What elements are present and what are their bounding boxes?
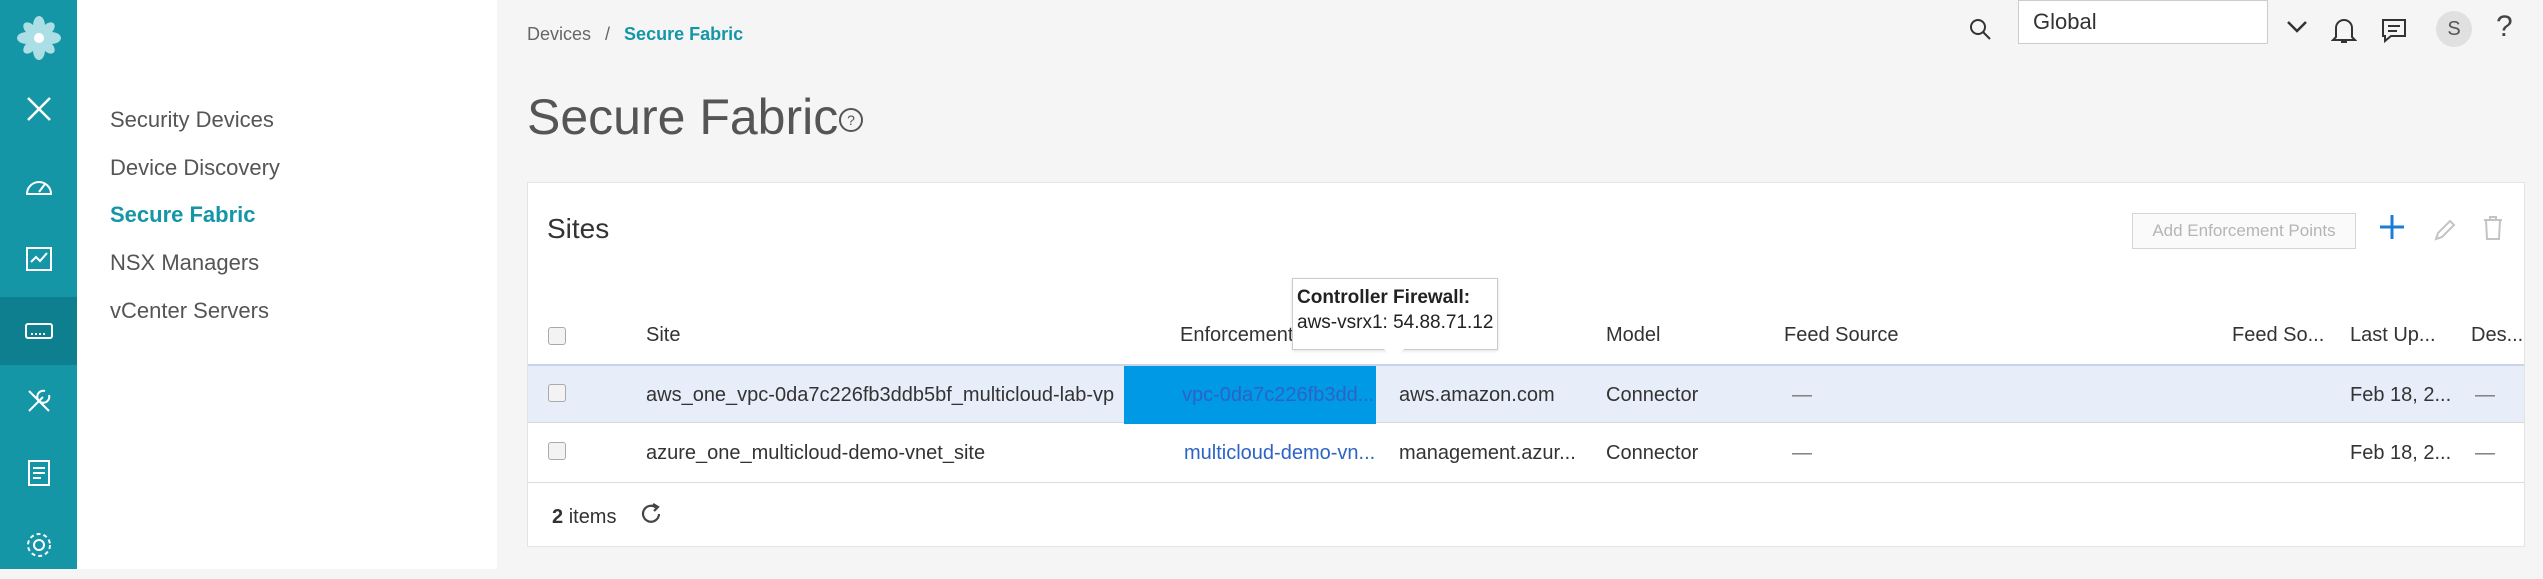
tooltip-body: aws-vsrx1: 54.88.71.12 — [1297, 312, 1494, 333]
sub-navigation: Security Devices Device Discovery Secure… — [77, 0, 497, 569]
column-header-last-updated[interactable]: Last Up... — [2350, 324, 2436, 347]
logo-flower-icon[interactable] — [0, 4, 77, 72]
page-title: Secure Fabric — [527, 89, 839, 145]
column-header-enforcement[interactable]: Enforcement — [1180, 324, 1293, 347]
column-header-feed-source-2[interactable]: Feed So... — [2232, 324, 2324, 347]
reports-icon[interactable] — [0, 439, 77, 507]
enforcement-link[interactable]: vpc-0da7c226fb3dd... — [1182, 384, 1372, 407]
add-icon[interactable] — [2378, 213, 2406, 246]
subnav-item-security-devices[interactable]: Security Devices — [110, 107, 274, 133]
enforcement-link[interactable]: multicloud-demo-vn... — [1184, 442, 1374, 465]
help-question-icon[interactable]: ? — [2496, 10, 2513, 44]
feed-source-cell: — — [1792, 384, 1812, 406]
subnav-item-vcenter-servers[interactable]: vCenter Servers — [110, 298, 269, 324]
add-enforcement-points-button[interactable]: Add Enforcement Points — [2132, 213, 2356, 249]
chevron-down-icon[interactable] — [2286, 20, 2308, 39]
breadcrumb-separator: / — [605, 24, 611, 44]
chat-icon[interactable] — [2381, 17, 2407, 48]
search-icon[interactable] — [1968, 17, 1992, 46]
subnav-item-nsx-managers[interactable]: NSX Managers — [110, 250, 259, 276]
monitor-chart-icon[interactable] — [0, 225, 77, 293]
last-updated-cell: Feb 18, 2... — [2350, 442, 2450, 464]
site-cell: azure_one_multicloud-demo-vnet_site — [646, 442, 986, 464]
subnav-item-device-discovery[interactable]: Device Discovery — [110, 155, 280, 181]
subnav-item-secure-fabric[interactable]: Secure Fabric — [110, 202, 256, 228]
column-header-model[interactable]: Model — [1606, 324, 1660, 347]
breadcrumb-devices[interactable]: Devices — [527, 24, 591, 44]
left-rail — [0, 0, 77, 569]
item-count-number: 2 — [552, 506, 564, 528]
bell-icon[interactable] — [2330, 16, 2358, 49]
tooltip-arrow — [1384, 349, 1404, 359]
breadcrumb: Devices / Secure Fabric — [527, 24, 743, 45]
description-cell: — — [2475, 384, 2495, 406]
edit-pencil-icon[interactable] — [2433, 218, 2457, 247]
dashboard-gauge-icon[interactable] — [0, 153, 77, 221]
column-header-site[interactable]: Site — [646, 324, 680, 347]
feed-source-cell: — — [1792, 442, 1812, 464]
devices-icon[interactable] — [0, 297, 77, 365]
host-cell: aws.amazon.com — [1399, 384, 1555, 406]
last-updated-cell: Feb 18, 2... — [2350, 384, 2450, 406]
controller-firewall-tooltip: Controller Firewall: aws-vsrx1: 54.88.71… — [1292, 278, 1498, 350]
delete-trash-icon[interactable] — [2482, 215, 2504, 246]
item-count: 2 items — [552, 506, 616, 529]
model-cell: Connector — [1606, 442, 1699, 464]
description-cell: — — [2475, 442, 2495, 464]
avatar[interactable]: S — [2436, 11, 2472, 47]
scope-select[interactable]: Global — [2018, 0, 2268, 44]
column-header-description[interactable]: Des... — [2471, 324, 2523, 347]
item-count-label: items — [568, 506, 617, 528]
svg-text:?: ? — [847, 112, 855, 128]
site-cell: aws_one_vpc-0da7c226fb3ddb5bf_multicloud… — [646, 384, 1116, 406]
column-header-feed-source[interactable]: Feed Source — [1784, 324, 1899, 347]
help-circle-icon[interactable]: ? — [838, 107, 864, 138]
row-checkbox[interactable] — [548, 384, 566, 402]
row-checkbox[interactable] — [548, 442, 566, 460]
tools-icon[interactable] — [0, 367, 77, 435]
select-all-checkbox[interactable] — [548, 327, 566, 345]
host-cell: management.azur... — [1399, 442, 1576, 464]
tooltip-title: Controller Firewall: — [1297, 287, 1471, 308]
card-title: Sites — [547, 213, 610, 244]
model-cell: Connector — [1606, 384, 1699, 406]
table-row[interactable]: azure_one_multicloud-demo-vnet_site mult… — [528, 424, 2524, 483]
sites-card: Sites Add Enforcement Points Site Enforc… — [527, 182, 2525, 547]
enforcement-cell-selected[interactable]: vpc-0da7c226fb3dd... — [1124, 366, 1376, 425]
table-row[interactable]: aws_one_vpc-0da7c226fb3ddb5bf_multicloud… — [528, 364, 2524, 425]
breadcrumb-current: Secure Fabric — [624, 24, 744, 44]
close-icon[interactable] — [0, 75, 77, 143]
refresh-icon[interactable] — [638, 501, 664, 532]
